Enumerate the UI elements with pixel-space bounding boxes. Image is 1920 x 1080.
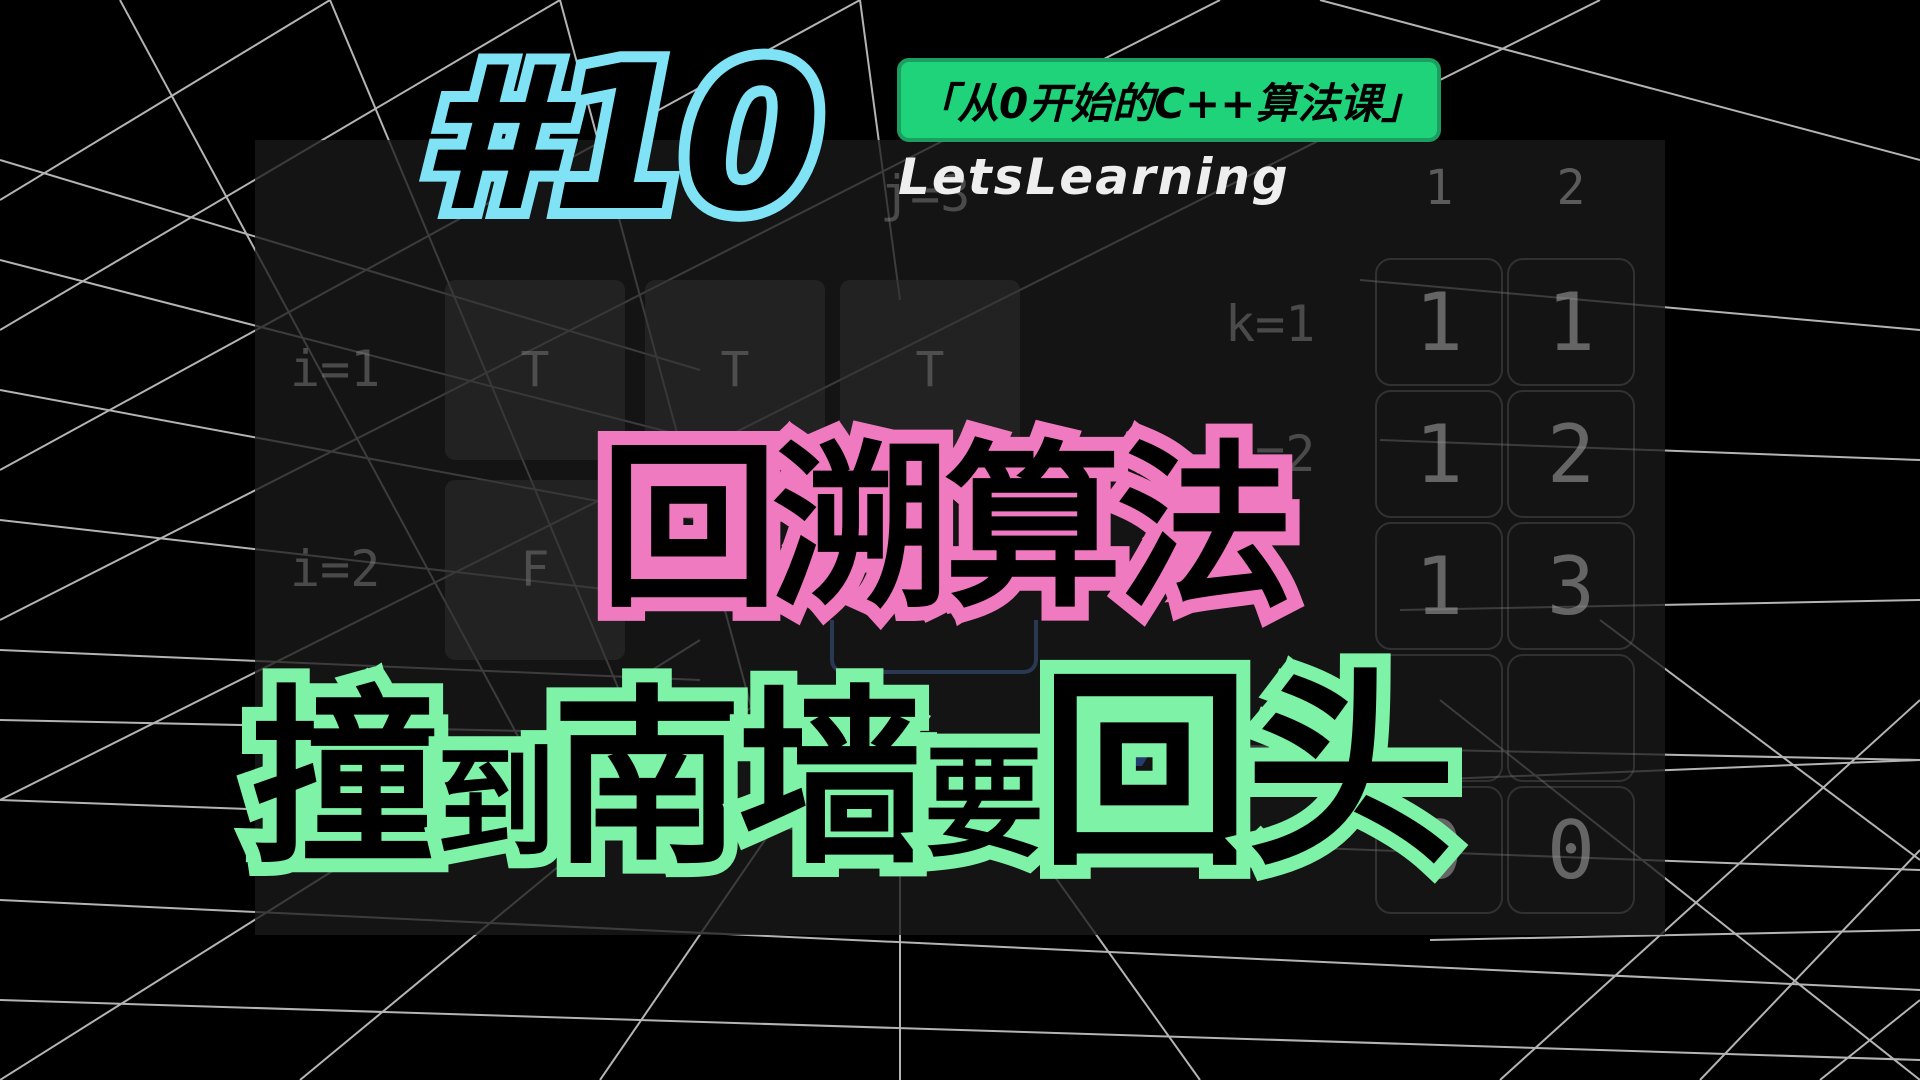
matrix-cell: 1 xyxy=(1375,258,1503,386)
matrix-cell: 1 xyxy=(1375,522,1503,650)
grid-cell: F xyxy=(445,480,625,660)
title-char: 墙 xyxy=(724,669,942,890)
matrix-header: 2 xyxy=(1556,160,1586,216)
matrix-header: 1 xyxy=(1424,160,1454,216)
title-line-2: 撞到南墙要回头 xyxy=(236,654,1470,892)
matrix-cell: 1 xyxy=(1507,258,1635,386)
brand-name: LetsLearning xyxy=(898,148,1290,206)
row-label: i=1 xyxy=(290,340,381,398)
title-char: 要 xyxy=(910,731,1058,879)
episode-number: #10 xyxy=(409,23,833,256)
title-line-1: 回溯算法 xyxy=(586,425,1308,632)
matrix-cell: 3 xyxy=(1507,522,1635,650)
matrix-cell: 2 xyxy=(1507,390,1635,518)
series-badge: 「从0开始的C++算法课」 xyxy=(897,58,1442,142)
title-char: 到 xyxy=(422,731,570,879)
matrix-cell: 1 xyxy=(1375,390,1503,518)
title-char: 回 xyxy=(1026,650,1264,895)
title-char: 头 xyxy=(1232,650,1470,895)
row-label: i=2 xyxy=(290,540,381,598)
k-label: k=1 xyxy=(1225,295,1316,353)
matrix-cell: 0 xyxy=(1507,786,1635,914)
title-char: 撞 xyxy=(236,669,454,890)
grid-cell: T xyxy=(445,280,625,460)
matrix-cell xyxy=(1507,654,1635,782)
title-char: 南 xyxy=(538,669,756,890)
